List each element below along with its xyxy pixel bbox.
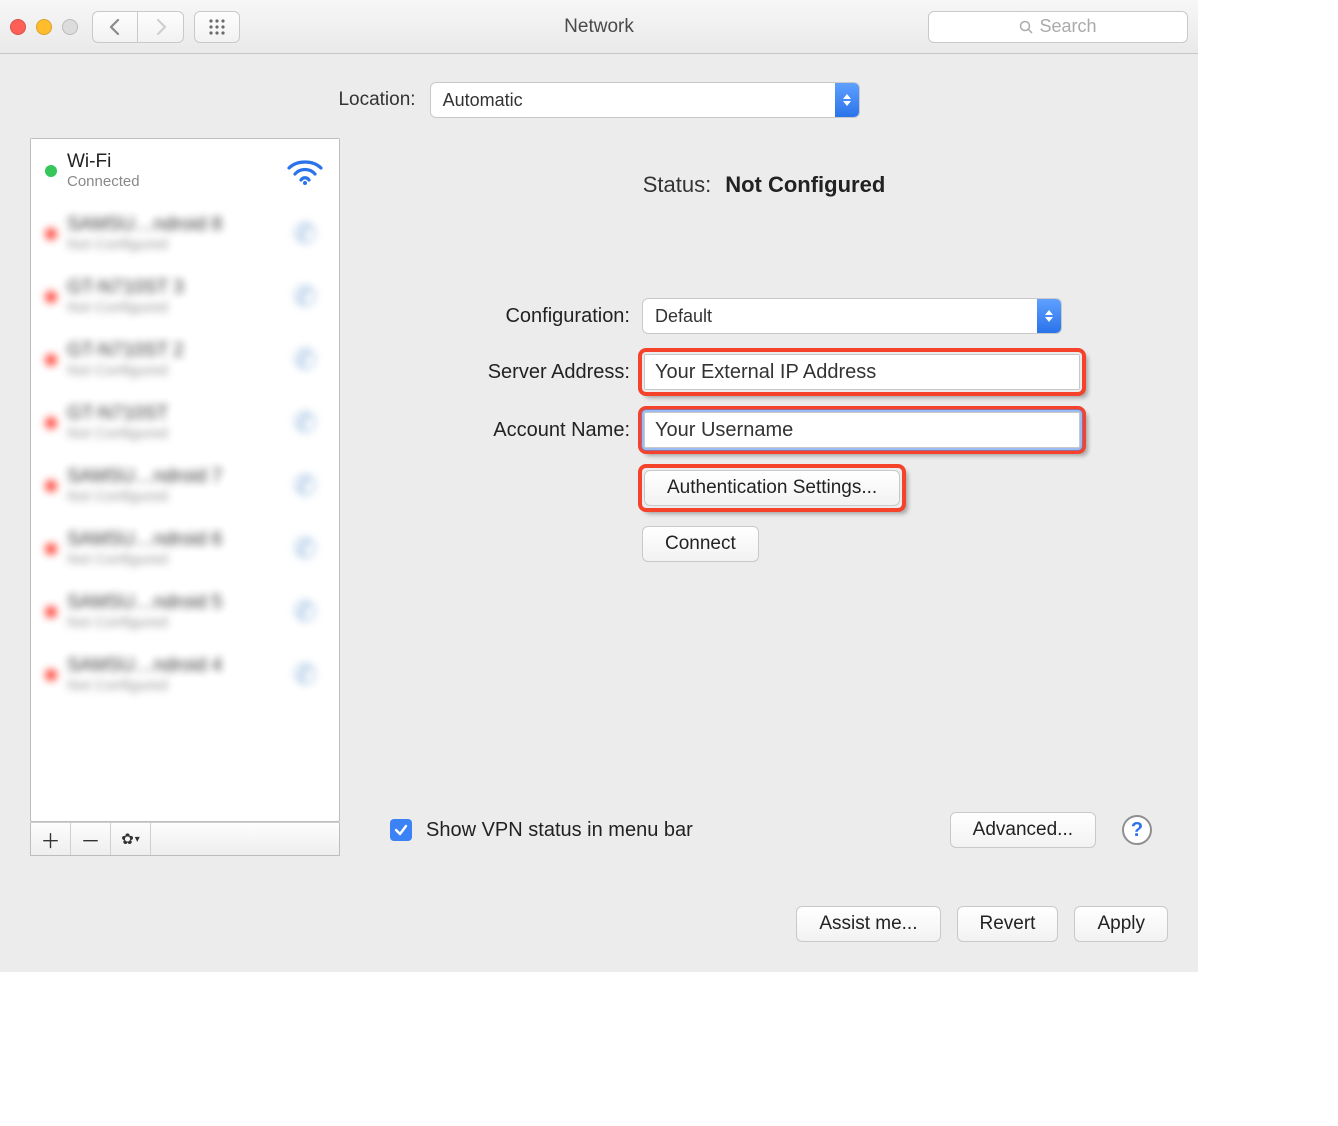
- detail-bottom-row: Show VPN status in menu bar Advanced... …: [390, 812, 1152, 848]
- minimize-window-button[interactable]: [36, 19, 52, 35]
- auth-button-label: Authentication Settings...: [667, 477, 877, 499]
- authentication-settings-button[interactable]: Authentication Settings...: [644, 470, 900, 506]
- sidebar-item-redacted[interactable]: SAMSU…ndroid 5Not Configured ✆: [31, 580, 339, 643]
- status-dot-icon: [45, 606, 57, 618]
- gear-icon: ✿: [121, 830, 134, 848]
- configuration-value: Default: [655, 306, 1037, 327]
- phone-icon: ✆: [285, 658, 325, 691]
- phone-icon: ✆: [285, 343, 325, 376]
- connect-row: Connect: [360, 526, 1168, 562]
- status-dot-icon: [45, 417, 57, 429]
- revert-button[interactable]: Revert: [957, 906, 1059, 942]
- status-row: Status: Not Configured: [360, 138, 1168, 238]
- remove-service-button[interactable]: －: [71, 823, 111, 855]
- status-label: Status:: [643, 172, 711, 198]
- show-vpn-checkbox[interactable]: [390, 819, 412, 841]
- close-window-button[interactable]: [10, 19, 26, 35]
- popup-stepper-icon: [835, 83, 859, 117]
- sidebar-item-name: Wi-Fi: [67, 151, 275, 173]
- toolbar-nav: [92, 11, 240, 43]
- status-dot-icon: [45, 228, 57, 240]
- zoom-window-button[interactable]: [62, 19, 78, 35]
- configuration-popup[interactable]: Default: [642, 298, 1062, 334]
- forward-button[interactable]: [138, 11, 184, 43]
- show-vpn-label: Show VPN status in menu bar: [426, 819, 936, 842]
- services-sidebar-column: Wi-Fi Connected SAMS: [30, 138, 340, 856]
- status-dot-icon: [45, 354, 57, 366]
- back-button[interactable]: [92, 11, 138, 43]
- configuration-row: Configuration: Default: [360, 298, 1168, 334]
- search-placeholder: Search: [1039, 16, 1096, 37]
- advanced-button[interactable]: Advanced...: [950, 812, 1096, 848]
- service-options-button[interactable]: ✿▾: [111, 823, 151, 855]
- account-name-value: Your Username: [655, 419, 793, 442]
- sidebar-item-redacted[interactable]: SAMSU…ndroid 8Not Configured ✆: [31, 202, 339, 265]
- location-value: Automatic: [443, 90, 835, 111]
- revert-label: Revert: [980, 913, 1036, 935]
- configuration-label: Configuration:: [360, 305, 630, 328]
- window-controls: [10, 19, 78, 35]
- detail-pane: Status: Not Configured Configuration: De…: [360, 138, 1168, 856]
- phone-icon: ✆: [285, 469, 325, 502]
- check-icon: [394, 823, 408, 837]
- sidebar-item-redacted[interactable]: SAMSU…ndroid 4Not Configured ✆: [31, 643, 339, 706]
- status-value: Not Configured: [725, 172, 885, 198]
- phone-icon: ✆: [285, 595, 325, 628]
- phone-icon: ✆: [285, 280, 325, 313]
- phone-icon: ✆: [285, 217, 325, 250]
- server-address-field[interactable]: Your External IP Address: [644, 354, 1080, 390]
- advanced-button-label: Advanced...: [973, 819, 1073, 841]
- server-address-label: Server Address:: [360, 361, 630, 384]
- popup-stepper-icon: [1037, 299, 1061, 333]
- sidebar-item-wifi[interactable]: Wi-Fi Connected: [31, 139, 339, 202]
- connect-button[interactable]: Connect: [642, 526, 759, 562]
- search-icon: [1019, 20, 1033, 34]
- auth-settings-row: Authentication Settings...: [360, 468, 1168, 508]
- wifi-icon: [285, 156, 325, 186]
- account-name-field[interactable]: Your Username: [644, 412, 1080, 448]
- footer: Assist me... Revert Apply: [0, 886, 1198, 972]
- show-all-button[interactable]: [194, 11, 240, 43]
- phone-icon: ✆: [285, 532, 325, 565]
- account-name-label: Account Name:: [360, 419, 630, 442]
- sidebar-item-redacted[interactable]: SAMSU…ndroid 6Not Configured ✆: [31, 517, 339, 580]
- status-dot-icon: [45, 669, 57, 681]
- status-dot-icon: [45, 480, 57, 492]
- titlebar: Network Search: [0, 0, 1198, 54]
- location-label: Location:: [338, 89, 415, 111]
- services-sidebar[interactable]: Wi-Fi Connected SAMS: [30, 138, 340, 822]
- server-address-value: Your External IP Address: [655, 361, 876, 384]
- sidebar-item-redacted[interactable]: GT-N710STNot Configured ✆: [31, 391, 339, 454]
- sidebar-toolbar: ＋ － ✿▾: [30, 822, 340, 856]
- connect-button-label: Connect: [665, 533, 736, 555]
- sidebar-item-status: Connected: [67, 173, 275, 190]
- assist-me-button[interactable]: Assist me...: [796, 906, 940, 942]
- status-dot-icon: [45, 165, 57, 177]
- sidebar-item-redacted[interactable]: SAMSU…ndroid 7Not Configured ✆: [31, 454, 339, 517]
- chevron-down-icon: ▾: [135, 834, 140, 845]
- add-service-button[interactable]: ＋: [31, 823, 71, 855]
- phone-icon: ✆: [285, 406, 325, 439]
- sidebar-item-text: Wi-Fi Connected: [67, 151, 275, 190]
- apply-label: Apply: [1097, 913, 1145, 935]
- help-button[interactable]: ?: [1122, 815, 1152, 845]
- sidebar-item-redacted[interactable]: GT-N710ST 3Not Configured ✆: [31, 265, 339, 328]
- search-input[interactable]: Search: [928, 11, 1188, 43]
- status-dot-icon: [45, 291, 57, 303]
- apply-button[interactable]: Apply: [1074, 906, 1168, 942]
- location-popup[interactable]: Automatic: [430, 82, 860, 118]
- location-row: Location: Automatic: [0, 54, 1198, 138]
- account-name-row: Account Name: Your Username: [360, 410, 1168, 450]
- server-address-row: Server Address: Your External IP Address: [360, 352, 1168, 392]
- status-dot-icon: [45, 543, 57, 555]
- sidebar-item-redacted[interactable]: GT-N710ST 2Not Configured ✆: [31, 328, 339, 391]
- assist-me-label: Assist me...: [819, 913, 917, 935]
